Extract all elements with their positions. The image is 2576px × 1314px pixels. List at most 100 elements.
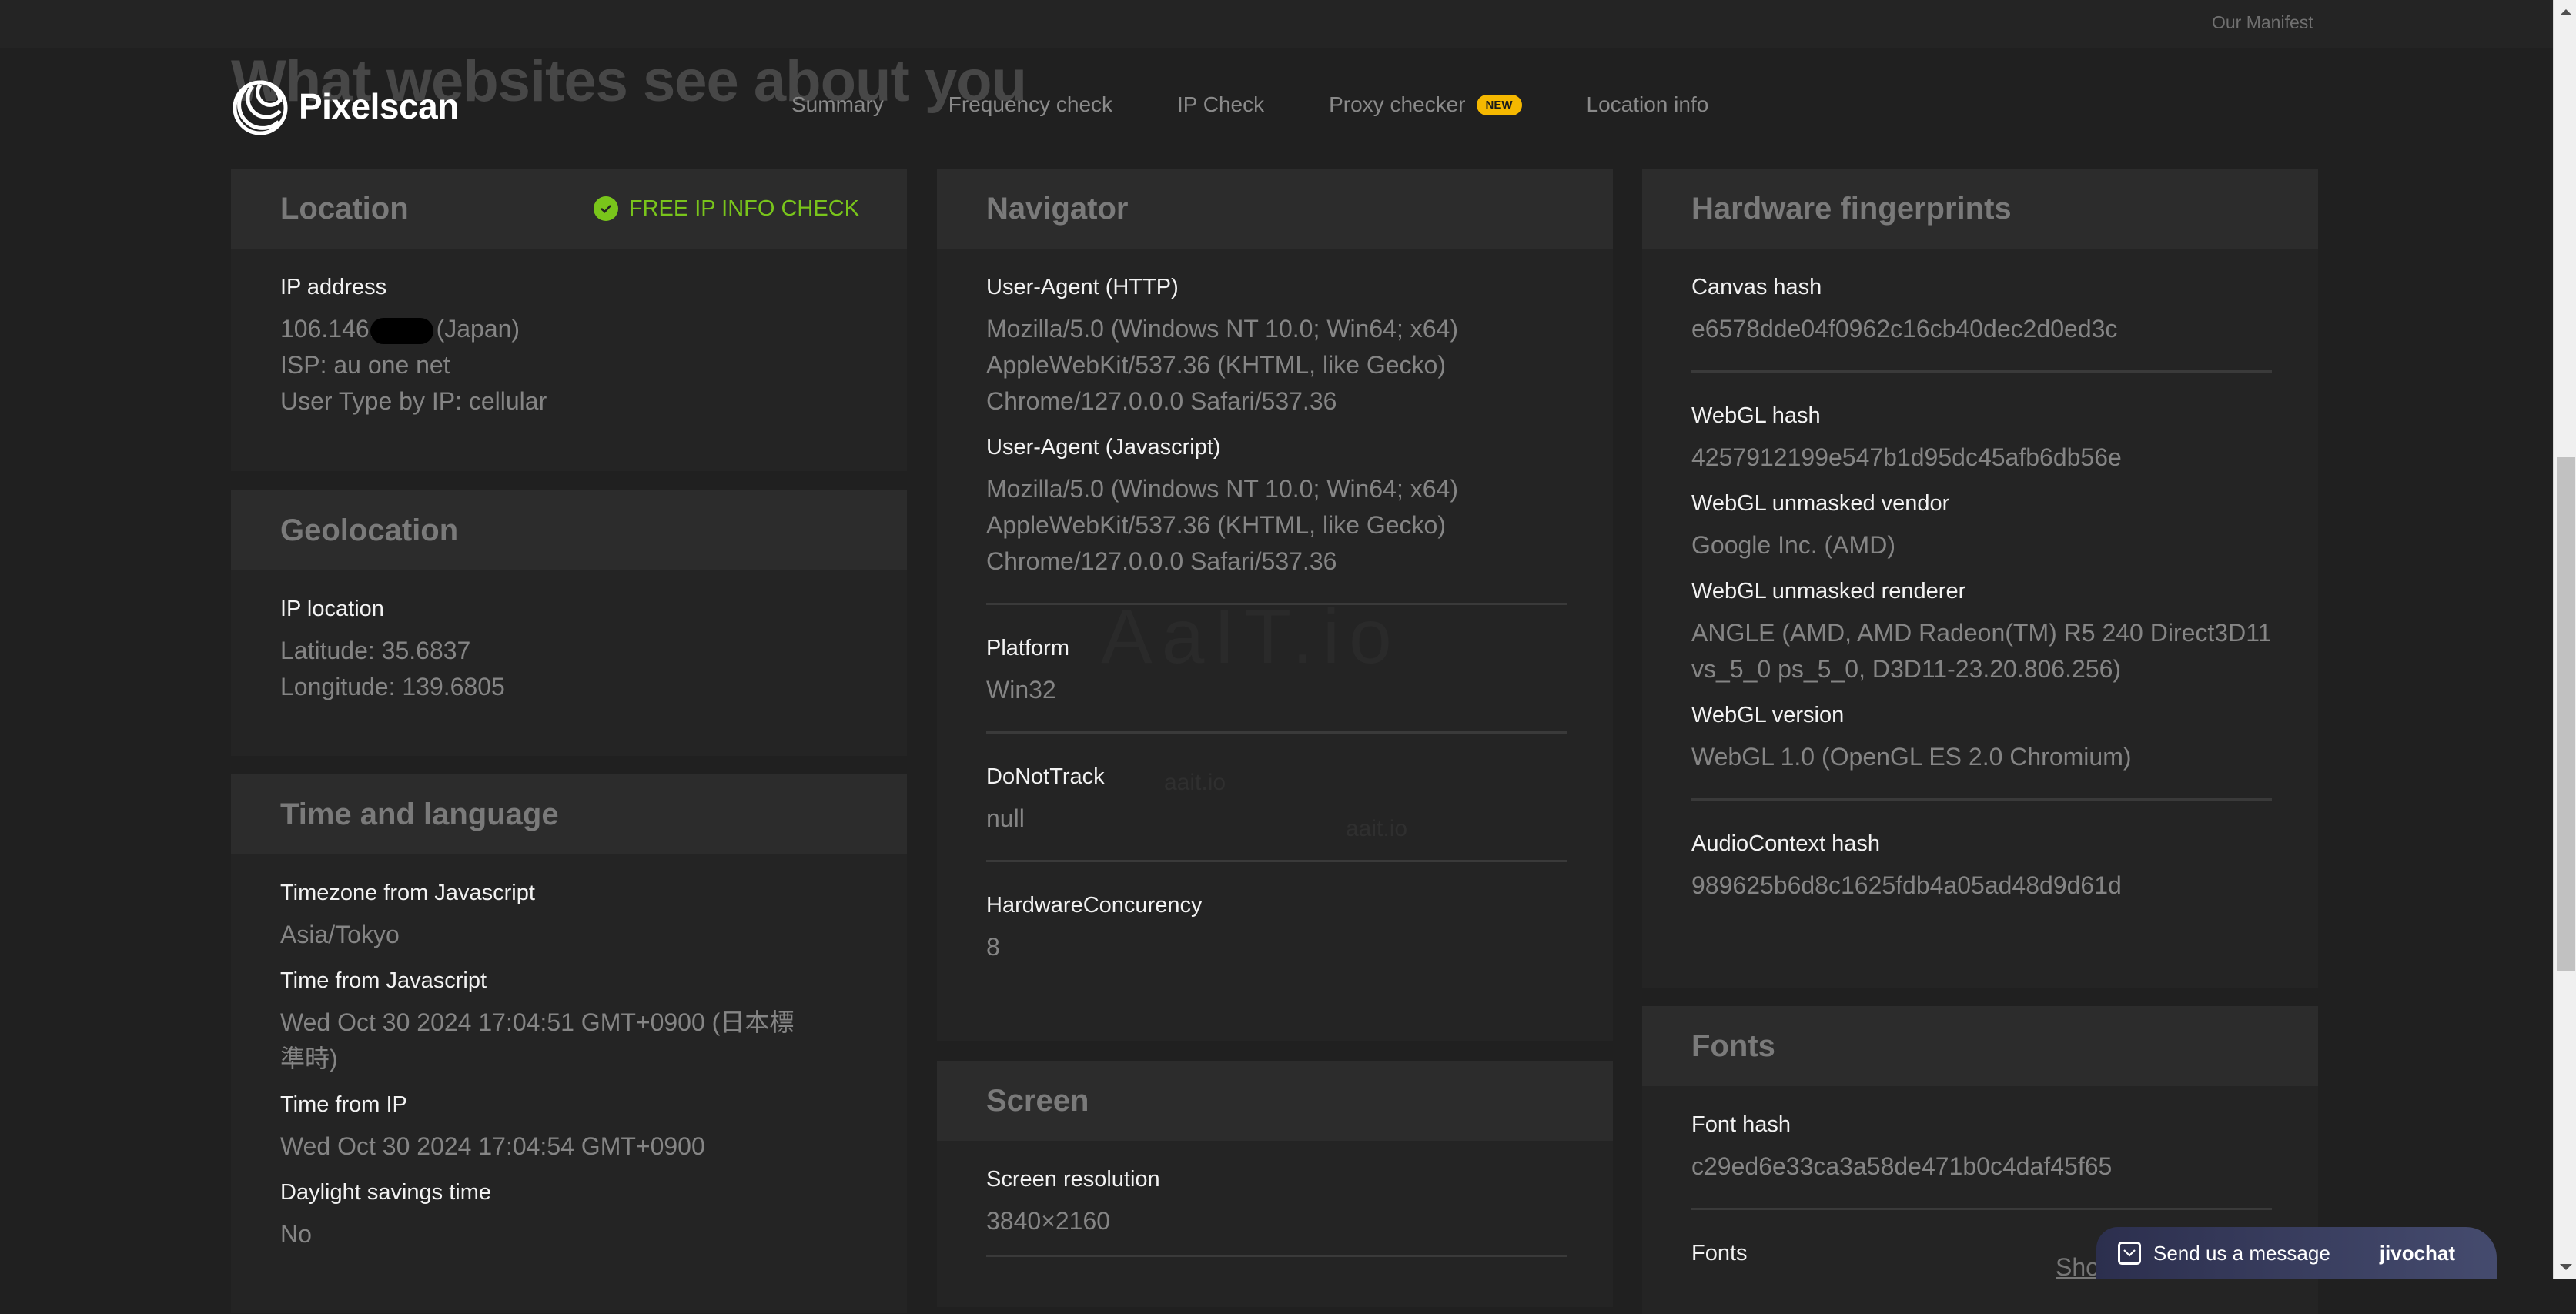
screen-panel: Screen Screen resolution 3840×2160: [937, 1061, 1613, 1307]
scroll-thumb[interactable]: [2557, 457, 2575, 971]
divider: [986, 603, 1567, 605]
field-value: 3840×2160: [986, 1207, 1111, 1235]
field-label: DoNotTrack: [986, 764, 1105, 789]
ip-prefix: 106.146.: [280, 315, 376, 343]
ip-address-value: 106.146. (Japan): [280, 311, 858, 347]
field-value: 8: [986, 933, 1000, 961]
user-type-value: User Type by IP: cellular: [280, 387, 547, 415]
field-label: WebGL version: [1691, 703, 1845, 727]
redacted-block: [370, 317, 433, 344]
our-manifest-link[interactable]: Our Manifest: [2212, 12, 2313, 33]
field-hardware-concurrency: HardwareConcurency 8: [986, 893, 1567, 965]
geolocation-header: Geolocation: [231, 490, 907, 570]
location-title: Location: [280, 191, 409, 226]
field-webgl-version: WebGL version WebGL 1.0 (OpenGL ES 2.0 C…: [1691, 703, 2272, 775]
ip-country: (Japan): [436, 315, 520, 343]
nav-label: Proxy checker: [1329, 92, 1466, 116]
scroll-down-arrow-icon[interactable]: [2560, 1264, 2572, 1270]
hardware-title: Hardware fingerprints: [1691, 191, 2012, 226]
nav-ip-check[interactable]: IP Check: [1177, 92, 1264, 117]
field-value: c29ed6e33ca3a58de471b0c4daf45f65: [1691, 1152, 2113, 1180]
hardware-header: Hardware fingerprints: [1642, 169, 2318, 249]
field-audio-hash: AudioContext hash 989625b6d8c1625fdb4a05…: [1691, 831, 2272, 904]
isp-value: ISP: au one net: [280, 351, 450, 379]
field-dst: Daylight savings time No: [280, 1180, 815, 1252]
nav-summary[interactable]: Summary: [791, 92, 884, 117]
divider: [986, 1255, 1567, 1257]
screen-title: Screen: [986, 1083, 1089, 1118]
new-badge: NEW: [1476, 94, 1522, 115]
divider: [1691, 1208, 2272, 1210]
top-bar: Our Manifest: [0, 0, 2553, 48]
field-label: Daylight savings time: [280, 1180, 491, 1205]
main-nav: Summary Frequency check IP Check Proxy c…: [791, 92, 1773, 117]
field-label: WebGL unmasked renderer: [1691, 579, 1966, 604]
field-webgl-vendor: WebGL unmasked vendor Google Inc. (AMD): [1691, 491, 2272, 563]
field-value: 4257912199e547b1d95dc45afb6db56e: [1691, 443, 2122, 471]
field-platform: Platform Win32: [986, 636, 1567, 708]
nav-label: Location info: [1586, 92, 1709, 116]
field-screen-resolution: Screen resolution 3840×2160: [986, 1167, 1567, 1239]
latitude-value: Latitude: 35.6837: [280, 637, 471, 664]
ip-location-label: IP location: [280, 597, 384, 621]
field-label: User-Agent (Javascript): [986, 435, 1221, 460]
longitude-value: Longitude: 139.6805: [280, 673, 505, 700]
field-donottrack: DoNotTrack null: [986, 764, 1567, 837]
location-header: Location FREE IP INFO CHECK: [231, 169, 907, 249]
field-time-js: Time from Javascript Wed Oct 30 2024 17:…: [280, 968, 815, 1077]
brand-logo[interactable]: Pixelscan: [231, 77, 459, 135]
field-label: Font hash: [1691, 1112, 1791, 1137]
field-value: Mozilla/5.0 (Windows NT 10.0; Win64; x64…: [986, 475, 1458, 575]
field-value: Mozilla/5.0 (Windows NT 10.0; Win64; x64…: [986, 315, 1458, 415]
divider: [986, 860, 1567, 862]
divider: [1691, 798, 2272, 801]
ip-address-label: IP address: [280, 275, 387, 299]
field-value: WebGL 1.0 (OpenGL ES 2.0 Chromium): [1691, 743, 2132, 771]
field-ua-http: User-Agent (HTTP) Mozilla/5.0 (Windows N…: [986, 275, 1567, 420]
nav-label: Summary: [791, 92, 884, 116]
fonts-title: Fonts: [1691, 1028, 1775, 1063]
field-value: Wed Oct 30 2024 17:04:51 GMT+0900 (日本標準時…: [280, 1008, 795, 1072]
geolocation-panel: Geolocation IP location Latitude: 35.683…: [231, 490, 907, 756]
nav-proxy-checker[interactable]: Proxy checker NEW: [1329, 92, 1522, 117]
page-scrollbar[interactable]: [2553, 0, 2576, 1279]
navigator-title: Navigator: [986, 191, 1129, 226]
time-language-title: Time and language: [280, 797, 559, 831]
divider: [1691, 370, 2272, 373]
mail-icon: [2118, 1242, 2141, 1265]
nav-label: Frequency check: [948, 92, 1113, 116]
time-language-panel: Time and language Timezone from Javascri…: [231, 774, 907, 1313]
chat-brand: jivochat: [2379, 1241, 2456, 1265]
field-label: Screen resolution: [986, 1167, 1160, 1192]
nav-label: IP Check: [1177, 92, 1265, 116]
chat-label: Send us a message: [2153, 1241, 2330, 1265]
field-value: e6578dde04f0962c16cb40dec2d0ed3c: [1691, 315, 2118, 343]
field-ua-js: User-Agent (Javascript) Mozilla/5.0 (Win…: [986, 435, 1567, 580]
field-value: No: [280, 1220, 312, 1248]
field-label: Time from Javascript: [280, 968, 487, 993]
field-webgl-hash: WebGL hash 4257912199e547b1d95dc45afb6db…: [1691, 403, 2272, 476]
field-label: Platform: [986, 636, 1069, 660]
field-value: ANGLE (AMD, AMD Radeon(TM) R5 240 Direct…: [1691, 619, 2272, 683]
pixelscan-logo-icon: [233, 80, 288, 135]
screen-header: Screen: [937, 1061, 1613, 1141]
chat-widget[interactable]: Send us a message jivochat: [2096, 1227, 2497, 1279]
field-label: Canvas hash: [1691, 275, 1822, 299]
field-value: Google Inc. (AMD): [1691, 531, 1895, 559]
field-font-hash: Font hash c29ed6e33ca3a58de471b0c4daf45f…: [1691, 1112, 2272, 1185]
field-canvas-hash: Canvas hash e6578dde04f0962c16cb40dec2d0…: [1691, 275, 2272, 347]
hardware-panel: Hardware fingerprints Canvas hash e6578d…: [1642, 169, 2318, 988]
nav-frequency-check[interactable]: Frequency check: [948, 92, 1112, 117]
field-value: 989625b6d8c1625fdb4a05ad48d9d61d: [1691, 871, 2122, 899]
divider: [986, 731, 1567, 734]
show-fonts-link[interactable]: Sho: [2056, 1253, 2099, 1282]
field-label: HardwareConcurency: [986, 893, 1203, 918]
navigator-panel: Navigator User-Agent (HTTP) Mozilla/5.0 …: [937, 169, 1613, 1041]
brand-name: Pixelscan: [299, 86, 459, 126]
free-check-label: FREE IP INFO CHECK: [628, 196, 859, 221]
scroll-up-arrow-icon[interactable]: [2560, 9, 2572, 15]
fonts-header: Fonts: [1642, 1006, 2318, 1086]
free-ip-info-check-link[interactable]: FREE IP INFO CHECK: [593, 196, 859, 222]
nav-location-info[interactable]: Location info: [1587, 92, 1709, 117]
navigator-header: Navigator: [937, 169, 1613, 249]
